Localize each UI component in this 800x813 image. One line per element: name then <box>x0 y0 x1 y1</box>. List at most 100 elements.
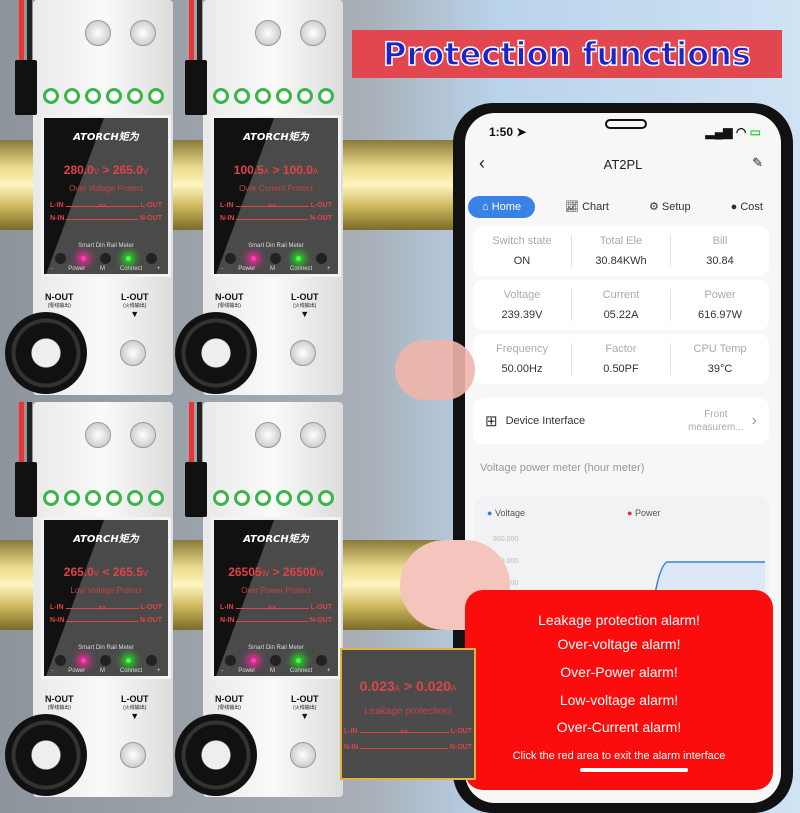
l-out-terminal: L-OUT (火线输出) ▼ <box>121 292 149 319</box>
m-button[interactable] <box>100 655 112 666</box>
stats-row: Voltage 239.39V Current 05.22A Power 616.97W <box>473 280 769 330</box>
status-time: 1:50 <box>489 125 514 139</box>
location-icon: ➤ <box>516 125 527 139</box>
power-led <box>250 256 256 261</box>
l-out-label: L-OUT <box>450 728 472 735</box>
device-interface-label: Device Interface <box>505 415 586 427</box>
banner-title: Protection functions <box>382 34 751 74</box>
tab-setup[interactable]: ⚙ Setup <box>639 195 701 218</box>
plus-button[interactable] <box>315 253 327 264</box>
minus-button[interactable] <box>225 655 237 666</box>
terminal <box>297 490 313 506</box>
alarm-line: Low-voltage alarm! <box>559 692 679 708</box>
operator: < <box>102 565 110 579</box>
meter-unit: ATORCH矩为 26505W > 26500W Over Power Prot… <box>175 402 345 802</box>
m-button[interactable] <box>270 253 282 264</box>
connector <box>185 60 207 115</box>
page-title: AT2PL <box>603 157 643 172</box>
breaker-mark: ×× <box>65 605 139 612</box>
device-interface-row[interactable]: ⊞ Device Interface Front measurem... › <box>473 398 769 444</box>
stat-value: 50.00Hz <box>501 363 543 375</box>
stat-cell: Switch state ON <box>473 235 572 267</box>
home-icon: ⌂ <box>482 200 489 213</box>
label: Connect <box>119 266 143 272</box>
label: Connect <box>119 668 143 674</box>
value-b: 265.5 <box>112 565 143 579</box>
leak-value-a: 0.023 <box>359 678 395 694</box>
brand-logo: ATORCH矩为 <box>73 534 139 545</box>
leakage-display: 0.023A > 0.020A Leakage protection! L-IN… <box>340 648 476 780</box>
alarm-overlay[interactable]: Leakage protection alarm! Over-voltage a… <box>465 590 773 790</box>
l-out-terminal: L-OUT (火线输出) ▼ <box>291 292 319 319</box>
leak-value-b: 0.020 <box>415 678 452 694</box>
m-button[interactable] <box>270 655 282 666</box>
label: + <box>327 668 331 674</box>
plus-button[interactable] <box>145 253 157 264</box>
meter-display: ATORCH矩为 280.0V > 265.0V Over Voltage Pr… <box>41 115 171 277</box>
alarm-line: Over-Power alarm! <box>560 664 678 680</box>
tab-chart[interactable]: 📈︎ Chart <box>555 195 619 218</box>
terminal <box>276 490 292 506</box>
meter-unit: ATORCH矩为 265.0V < 265.5V Low Voltage Pro… <box>5 402 175 802</box>
minus-button[interactable] <box>55 655 67 666</box>
protect-text: Low Voltage Protect <box>70 586 142 595</box>
connect-led <box>126 256 132 261</box>
connector <box>15 462 37 517</box>
grid-icon: ⊞ <box>485 413 498 430</box>
label: M <box>100 668 106 674</box>
screw <box>290 742 316 768</box>
tab-cost[interactable]: ● Cost <box>721 196 773 218</box>
l-in-label: L-IN <box>50 604 64 611</box>
line-chart-icon: 📈︎ <box>565 201 580 213</box>
brand-logo: ATORCH矩为 <box>243 132 309 143</box>
terminal <box>43 490 59 506</box>
unit: A <box>263 167 270 176</box>
unit: V <box>142 167 149 176</box>
tab-label: Setup <box>661 201 691 213</box>
alarm-line: Over-voltage alarm! <box>557 636 681 652</box>
plus-button[interactable] <box>145 655 157 666</box>
label: + <box>327 266 331 272</box>
terminal <box>318 490 334 506</box>
minus-button[interactable] <box>225 253 237 264</box>
terminal <box>234 490 250 506</box>
stat-cell: Total Ele 30.84KWh <box>572 235 671 267</box>
breaker-mark: ×× <box>359 729 449 736</box>
protect-text: Over Voltage Protect <box>69 184 143 193</box>
back-icon[interactable]: ‹ <box>479 153 485 174</box>
m-button[interactable] <box>100 253 112 264</box>
label: + <box>157 668 161 674</box>
tab-home[interactable]: ⌂ Home <box>468 195 536 218</box>
connector <box>15 60 37 115</box>
screw <box>130 20 156 46</box>
stat-cell: Voltage 239.39V <box>473 289 572 321</box>
terminal <box>276 88 292 104</box>
screw <box>120 742 146 768</box>
terminal <box>85 490 101 506</box>
edit-icon[interactable]: ✎ <box>752 155 763 171</box>
breaker-mark: ×× <box>65 203 139 210</box>
plus-button[interactable] <box>315 655 327 666</box>
meter-unit: ATORCH矩为 280.0V > 265.0V Over Voltage Pr… <box>5 0 175 400</box>
terminal <box>297 88 313 104</box>
terminal <box>148 88 164 104</box>
leak-protect-text: Leakage protection! <box>364 706 452 717</box>
stat-cell: Bill 30.84 <box>671 235 769 267</box>
tab-label: Home <box>491 200 522 213</box>
power-led <box>250 658 256 663</box>
unit: A <box>312 167 319 176</box>
meter-display: ATORCH矩为 100.5A > 100.0A Over Current Pr… <box>211 115 341 277</box>
minus-button[interactable] <box>55 253 67 264</box>
n-out-label: N-OUT <box>139 215 162 222</box>
unit: V <box>93 167 100 176</box>
stats-row: Frequency 50.00Hz Factor 0.50PF CPU Temp 39°C <box>473 334 769 384</box>
battery-icon: ▭ <box>749 125 761 139</box>
label: - <box>221 668 224 674</box>
stat-cell: CPU Temp 39°C <box>671 343 769 375</box>
stat-value: 30.84 <box>706 255 734 267</box>
n-in-label: N-IN <box>50 215 65 222</box>
stats-row: Switch state ON Total Ele 30.84KWh Bill 30.84 <box>473 226 769 276</box>
l-in-label: L-IN <box>50 202 64 209</box>
unit: W <box>316 569 324 578</box>
stat-value: 39°C <box>707 363 733 375</box>
